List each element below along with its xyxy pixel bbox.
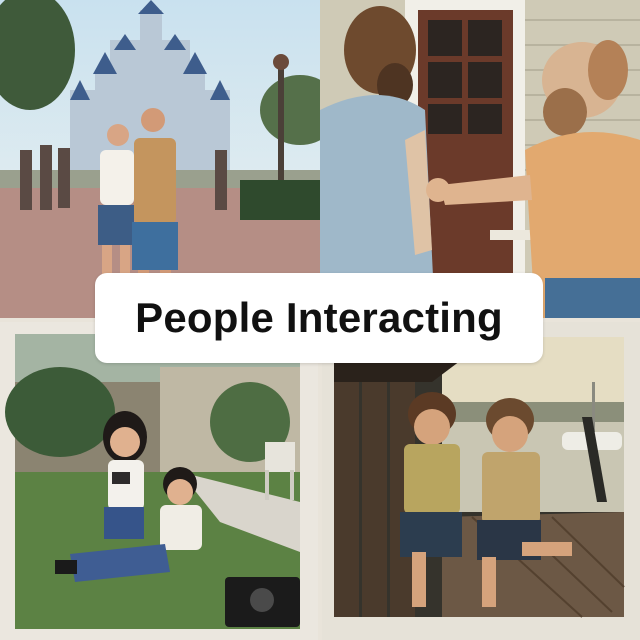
photo-castle-couple: [0, 0, 320, 318]
photo-collage: People Interacting: [0, 0, 640, 640]
photo-boys-on-dock: [322, 322, 640, 640]
photo-kids-on-lawn: [0, 322, 318, 640]
caption-banner: People Interacting: [95, 273, 543, 363]
photo-two-men-talking: [320, 0, 640, 318]
caption-text: People Interacting: [135, 294, 503, 341]
